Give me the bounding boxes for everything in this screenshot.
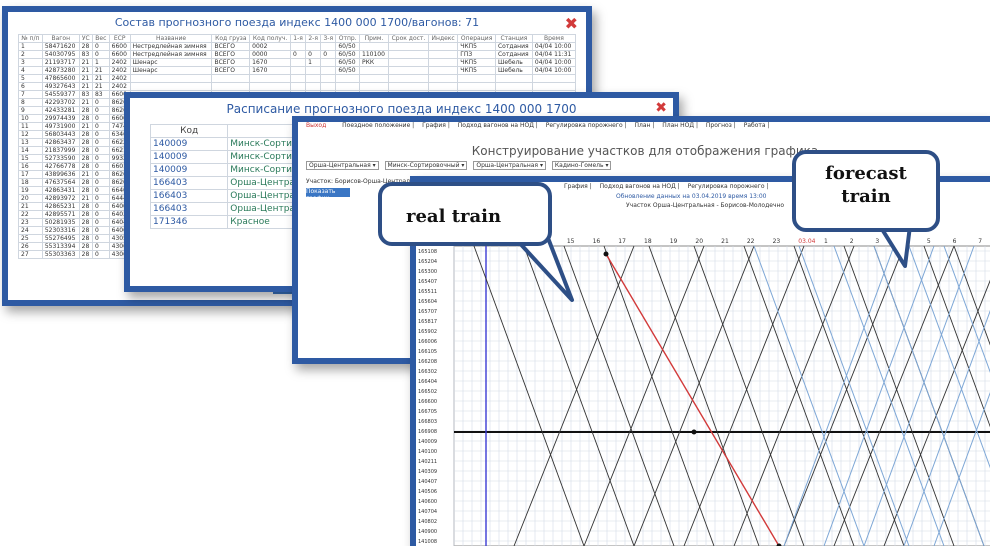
forecast-train-callout-tail xyxy=(878,224,912,268)
forecast-train-label-2: train xyxy=(841,186,891,207)
forecast-train-callout: forecast train xyxy=(792,150,940,232)
real-train-label: real train xyxy=(406,206,502,227)
real-train-callout: real train xyxy=(378,182,552,246)
callout-tails xyxy=(513,224,912,302)
forecast-train-label-1: forecast xyxy=(825,163,907,184)
stage: Состав прогнозного поезда индекс 1400 00… xyxy=(0,0,990,546)
real-train-callout-tail xyxy=(513,236,574,302)
